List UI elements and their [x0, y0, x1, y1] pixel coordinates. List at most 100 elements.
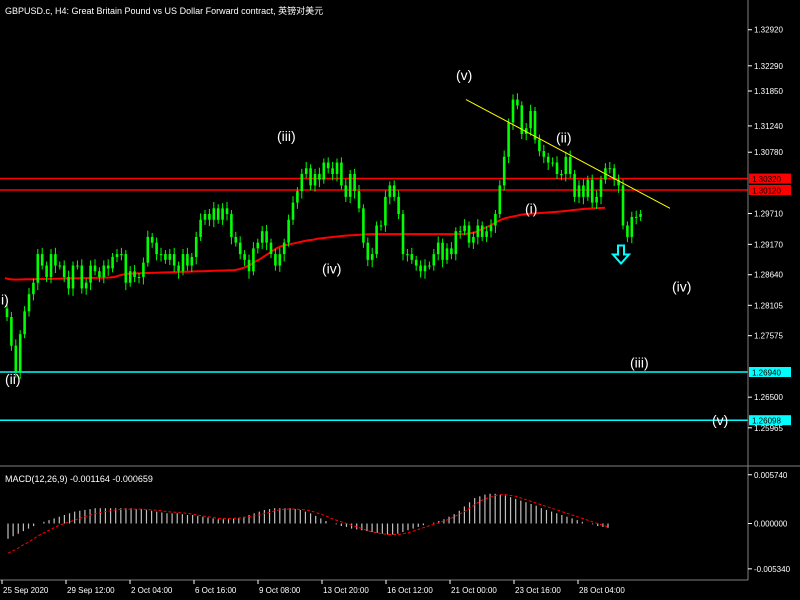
- candle-body: [406, 254, 409, 256]
- candle-body: [353, 173, 356, 192]
- candle-body: [18, 334, 22, 372]
- candle-body: [436, 242, 440, 255]
- candle-body: [256, 242, 260, 249]
- candle-body: [392, 185, 396, 197]
- candle-body: [423, 265, 427, 272]
- candle-body: [80, 265, 84, 289]
- candle-body: [507, 122, 510, 157]
- x-tick-label: 6 Oct 16:00: [195, 586, 237, 595]
- candle-body: [494, 214, 497, 226]
- x-tick-label: 25 Sep 2020: [3, 586, 49, 595]
- candle-body: [216, 208, 220, 220]
- wave-label: (iv): [672, 278, 691, 294]
- x-tick-label: 9 Oct 08:00: [259, 586, 301, 595]
- candle-body: [287, 219, 290, 243]
- chart-title: GBPUSD.c, H4: Great Britain Pound vs US …: [5, 5, 323, 16]
- candle-body: [27, 294, 31, 312]
- candle-body: [194, 236, 198, 257]
- candle-body: [269, 242, 273, 255]
- candle-body: [555, 162, 559, 174]
- candle-body: [441, 242, 444, 260]
- candle-body: [467, 225, 471, 243]
- wave-label: (ii): [5, 371, 21, 387]
- y-tick-label: 1.29710: [754, 209, 783, 218]
- candle-body: [445, 248, 449, 260]
- macd-tick-label: 0.005740: [754, 471, 788, 480]
- y-tick-label: 1.29170: [754, 240, 783, 249]
- candle-body: [111, 256, 114, 269]
- candle-body: [106, 265, 110, 269]
- candle-body: [384, 196, 387, 226]
- candle-body: [199, 219, 202, 237]
- candle-body: [309, 168, 312, 186]
- candle-body: [93, 265, 97, 272]
- candle-body: [595, 196, 598, 203]
- candle-body: [146, 236, 150, 263]
- x-tick-label: 23 Oct 16:00: [515, 586, 561, 595]
- candle-body: [265, 231, 268, 243]
- candle-body: [128, 271, 132, 283]
- candle-body: [560, 173, 563, 175]
- candle-body: [322, 162, 326, 180]
- candle-body: [120, 254, 123, 256]
- candle-body: [516, 99, 519, 106]
- candle-body: [137, 276, 141, 278]
- candle-body: [463, 225, 466, 232]
- candle-body: [318, 173, 321, 180]
- candle-body: [577, 185, 581, 197]
- candle-body: [366, 242, 370, 260]
- candle-body: [203, 214, 207, 220]
- candle-body: [485, 231, 488, 237]
- hline-tag-label-0: 1.30320: [752, 175, 781, 184]
- y-tick-label: 1.28640: [754, 271, 783, 280]
- candle-body: [133, 271, 136, 277]
- candle-body: [71, 265, 75, 289]
- candle-body: [590, 179, 594, 203]
- candle-body: [282, 242, 286, 255]
- wave-label: (v): [712, 412, 728, 428]
- candle-body: [388, 185, 392, 197]
- candle-body: [150, 236, 154, 243]
- candle-body: [230, 214, 233, 237]
- candle-body: [428, 265, 431, 267]
- candle-body: [630, 216, 634, 237]
- candle-body: [115, 254, 119, 257]
- wave-label: (i): [525, 200, 537, 216]
- candle-body: [375, 225, 378, 255]
- candle-body: [568, 156, 572, 174]
- y-tick-label: 1.32290: [754, 62, 783, 71]
- candle-body: [419, 265, 422, 272]
- candle-body: [142, 262, 145, 277]
- candle-body: [410, 254, 414, 260]
- candle-body: [76, 265, 79, 267]
- candle-body: [260, 231, 264, 243]
- candle-body: [450, 248, 453, 255]
- candle-body: [124, 254, 128, 283]
- candle-body: [300, 173, 304, 192]
- candle-body: [278, 254, 282, 266]
- wave-label: (iii): [630, 354, 649, 370]
- candle-body: [432, 254, 436, 266]
- candle-body: [32, 282, 35, 295]
- candle-body: [599, 179, 603, 197]
- y-tick-label: 1.27575: [754, 332, 783, 341]
- y-tick-label: 1.30780: [754, 148, 783, 157]
- candle-body: [331, 168, 334, 174]
- candle-body: [186, 254, 189, 266]
- wave-label: i): [1, 291, 9, 307]
- candle-body: [238, 242, 242, 255]
- candle-body: [84, 282, 88, 289]
- candle-body: [62, 265, 66, 277]
- candle-body: [190, 256, 194, 266]
- candle-body: [234, 236, 238, 243]
- candle-body: [291, 202, 295, 220]
- wave-label: (v): [456, 67, 472, 83]
- price-chart[interactable]: 1.303201.301201.269401.26098 i)(ii)(iii)…: [0, 0, 800, 600]
- candle-body: [357, 191, 361, 209]
- candle-body: [36, 254, 40, 283]
- candle-body: [45, 265, 48, 277]
- candle-body: [511, 99, 515, 123]
- candle-body: [54, 254, 57, 266]
- x-tick-label: 16 Oct 12:00: [387, 586, 433, 595]
- candle-body: [476, 225, 480, 237]
